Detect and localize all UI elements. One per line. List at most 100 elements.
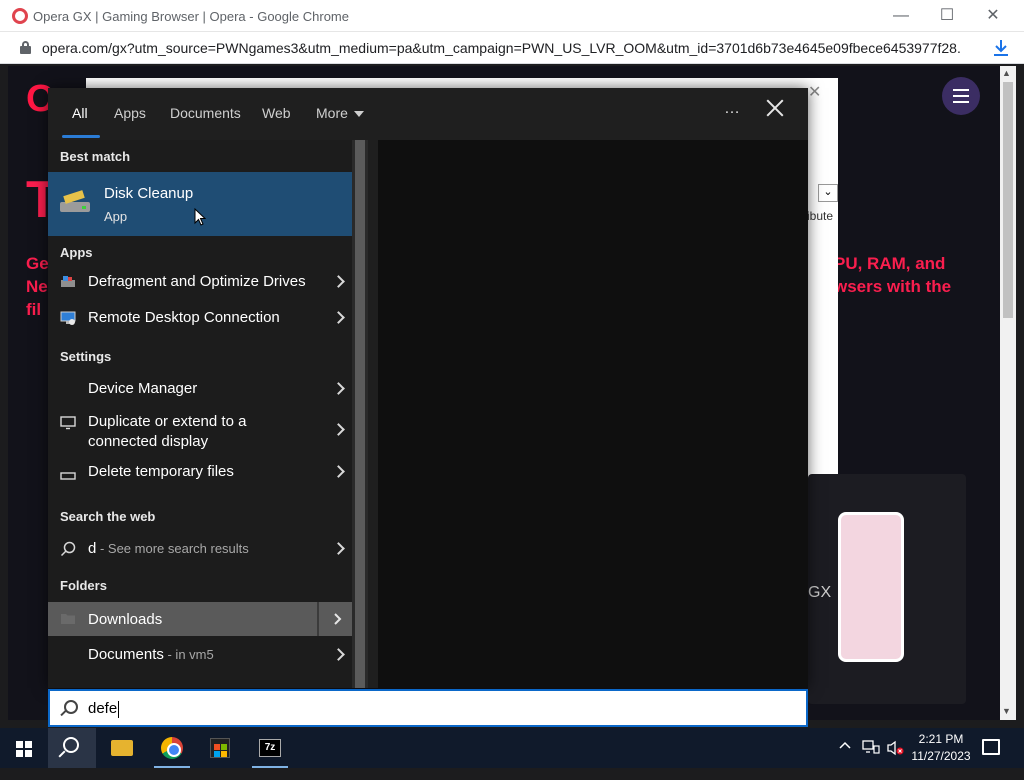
tab-more[interactable]: More	[316, 105, 364, 121]
windows-search-panel: All Apps Documents Web More … Best match…	[48, 88, 808, 688]
volume-muted-icon[interactable]	[886, 740, 904, 780]
dialog-dropdown-caret-icon[interactable]: ⌄	[818, 184, 838, 202]
store-icon	[210, 738, 230, 758]
result-label: Defragment and Optimize Drives	[88, 273, 306, 290]
chevron-right-icon[interactable]	[334, 425, 344, 435]
chevron-right-icon[interactable]	[334, 467, 344, 477]
maximize-button[interactable]: ☐	[924, 0, 970, 32]
tab-all[interactable]: All	[72, 105, 88, 121]
close-search-button[interactable]	[764, 98, 786, 120]
best-match-title: Disk Cleanup	[104, 185, 194, 202]
chrome-icon	[161, 737, 183, 759]
defragment-icon	[60, 275, 76, 292]
result-label-line-2: connected display	[88, 433, 209, 450]
result-documents[interactable]: Documents - in vm5	[48, 638, 352, 672]
page-line-2-right: wsers with the	[834, 277, 952, 296]
documents-label: Documents	[88, 646, 164, 663]
documents-suffix: - in vm5	[163, 647, 214, 662]
7zip-taskbar-button[interactable]: 7z	[246, 728, 294, 768]
chevron-right-icon[interactable]	[334, 613, 344, 625]
result-downloads[interactable]: Downloads	[48, 602, 352, 636]
tab-web[interactable]: Web	[262, 105, 291, 121]
file-explorer-button[interactable]	[98, 728, 146, 768]
scroll-up-icon[interactable]: ▲	[1002, 68, 1011, 78]
start-button[interactable]	[0, 728, 48, 768]
7zip-icon: 7z	[259, 739, 281, 757]
storage-icon	[60, 467, 76, 483]
more-options-button[interactable]: …	[724, 100, 741, 118]
taskbar: 7z 2:21 PM 11/27/2023	[0, 728, 1024, 768]
result-duplicate-display[interactable]: Duplicate or extend to a connected displ…	[48, 406, 352, 454]
result-web-search[interactable]: d - See more search results	[48, 531, 352, 567]
result-defragment[interactable]: Defragment and Optimize Drives	[48, 264, 352, 300]
chevron-right-icon[interactable]	[334, 544, 344, 554]
phone-mockup-image	[838, 512, 904, 662]
system-clock[interactable]: 2:21 PM 11/27/2023	[906, 731, 976, 765]
folders-header: Folders	[60, 578, 107, 593]
taskbar-search-button[interactable]	[48, 728, 96, 768]
search-query-text[interactable]: defe	[88, 700, 120, 718]
page-scrollbar-thumb[interactable]	[1003, 82, 1013, 318]
search-results-list: Best match Disk Cleanup App Apps Defragm…	[48, 140, 368, 688]
result-label: Remote Desktop Connection	[88, 309, 280, 326]
apps-header: Apps	[60, 245, 93, 260]
page-line-3-left: fil	[26, 300, 42, 319]
chrome-taskbar-button[interactable]	[148, 728, 196, 768]
folder-icon	[111, 740, 133, 756]
result-label: Downloads	[88, 611, 163, 628]
tab-documents[interactable]: Documents	[170, 105, 241, 121]
search-query-value: defe	[88, 700, 118, 717]
mockup-gx-text: GX	[808, 584, 832, 601]
search-tabs: All Apps Documents Web More …	[48, 88, 808, 138]
search-input[interactable]: defe	[48, 689, 808, 727]
dialog-close-icon[interactable]: ✕	[808, 82, 821, 102]
chevron-up-icon[interactable]	[838, 739, 852, 779]
chevron-right-icon[interactable]	[334, 277, 344, 287]
row-divider	[317, 602, 319, 636]
close-window-button[interactable]: ✕	[970, 0, 1016, 32]
tab-apps[interactable]: Apps	[114, 105, 146, 121]
results-scrollbar-thumb[interactable]	[355, 140, 365, 688]
chrome-titlebar: Opera GX | Gaming Browser | Opera - Goog…	[0, 0, 1024, 32]
lock-icon[interactable]	[20, 41, 31, 54]
network-icon[interactable]	[862, 740, 880, 780]
text-caret	[118, 700, 120, 718]
page-line-2-left: Ne	[26, 277, 48, 296]
hamburger-menu-button[interactable]	[942, 77, 980, 115]
active-tab-indicator	[62, 135, 100, 138]
address-bar[interactable]: opera.com/gx?utm_source=PWNgames3&utm_me…	[0, 32, 1024, 64]
mouse-cursor-icon	[194, 207, 207, 229]
chevron-right-icon[interactable]	[334, 650, 344, 660]
store-taskbar-button[interactable]	[196, 728, 244, 768]
settings-header: Settings	[60, 349, 112, 364]
result-label: Device Manager	[88, 380, 198, 397]
result-device-manager[interactable]: Device Manager	[48, 372, 352, 406]
preview-pane	[378, 140, 808, 688]
minimize-button[interactable]: —	[878, 0, 924, 32]
search-web-header: Search the web	[60, 509, 156, 524]
result-label-line-1: Duplicate or extend to a	[88, 413, 247, 430]
best-match-kind: App	[104, 209, 128, 224]
result-label: Documents - in vm5	[88, 646, 214, 663]
window-title: Opera GX | Gaming Browser | Opera - Goog…	[33, 9, 349, 24]
url-text[interactable]: opera.com/gx?utm_source=PWNgames3&utm_me…	[42, 40, 962, 56]
opera-favicon-icon	[12, 8, 28, 24]
best-match-header: Best match	[60, 149, 131, 164]
page-line-1-left: Ge	[26, 254, 49, 273]
download-icon[interactable]	[992, 38, 1010, 58]
result-label: d - See more search results	[88, 540, 249, 557]
search-icon	[64, 700, 78, 714]
notification-icon[interactable]	[982, 739, 1000, 755]
page-line-1-right: PU, RAM, and	[834, 254, 946, 273]
remote-desktop-icon	[60, 311, 76, 329]
result-remote-desktop[interactable]: Remote Desktop Connection	[48, 300, 352, 336]
chevron-right-icon[interactable]	[334, 313, 344, 323]
web-suffix: - See more search results	[96, 541, 249, 556]
page-scrollbar[interactable]: ▲ ▼	[1000, 66, 1016, 720]
results-scrollbar[interactable]	[352, 140, 368, 688]
chevron-right-icon[interactable]	[334, 384, 344, 394]
scroll-down-icon[interactable]: ▼	[1002, 706, 1011, 716]
clock-date: 11/27/2023	[911, 749, 971, 763]
result-label: Duplicate or extend to a connected displ…	[88, 412, 246, 452]
result-delete-temp-files[interactable]: Delete temporary files	[48, 454, 352, 490]
